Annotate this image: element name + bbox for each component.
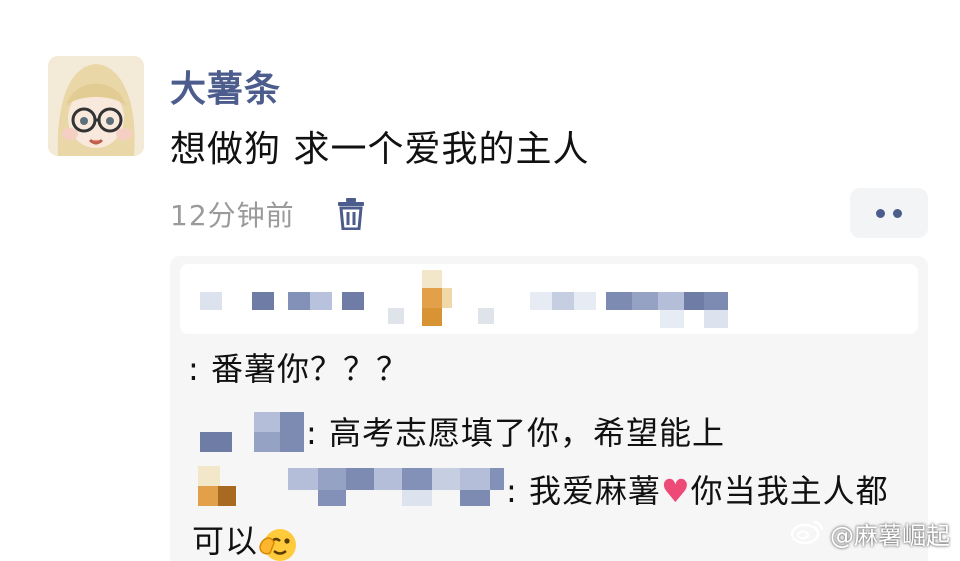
- censored-block: [460, 468, 490, 490]
- watermark-text: @麻薯崛起: [830, 522, 950, 550]
- censored-block: [318, 490, 346, 506]
- timestamp: 12分钟前: [170, 199, 295, 232]
- trash-icon[interactable]: [334, 196, 368, 232]
- post-text: 想做狗 求一个爱我的主人: [170, 129, 590, 170]
- wink-hand-emoji: [258, 523, 298, 561]
- more-options-button[interactable]: [850, 188, 928, 238]
- more-dots-icon: [893, 208, 902, 218]
- censored-block: [218, 486, 236, 506]
- censored-block: [374, 468, 402, 490]
- censored-block: [288, 468, 318, 490]
- reply-line-3-part2: 你当我主人都: [690, 472, 889, 510]
- username[interactable]: 大薯条: [170, 60, 281, 112]
- censored-name: [200, 432, 232, 452]
- censored-block: [280, 412, 304, 452]
- censored-block: [402, 490, 432, 506]
- watermark: @麻薯崛起: [790, 516, 950, 551]
- censored-block: [432, 468, 460, 490]
- censored-block: [460, 490, 490, 506]
- reply-line-3-part1: : 我爱麻薯: [506, 472, 661, 510]
- censored-block: [318, 468, 346, 490]
- censored-block: [346, 468, 374, 490]
- censored-header: [180, 264, 918, 334]
- weibo-logo-icon: [790, 518, 824, 550]
- reply-line-3-cont-text: 可以: [192, 522, 259, 560]
- censored-block: [254, 432, 280, 452]
- avatar[interactable]: [48, 56, 144, 156]
- censored-block: [198, 486, 218, 506]
- censored-block: [254, 412, 280, 432]
- reply-line-1: : 番薯你？？？: [188, 350, 409, 388]
- censored-block: [402, 468, 432, 490]
- reply-line-2: : 高考志愿填了你，希望能上: [306, 414, 725, 452]
- censored-block: [198, 466, 220, 488]
- heart-icon: ♥: [660, 472, 691, 510]
- reply-line-3: : 我爱麻薯♥你当我主人都: [506, 466, 889, 512]
- reply-line-3-cont: 可以: [192, 516, 298, 561]
- more-dots-icon: [876, 208, 885, 218]
- censored-block: [490, 468, 504, 490]
